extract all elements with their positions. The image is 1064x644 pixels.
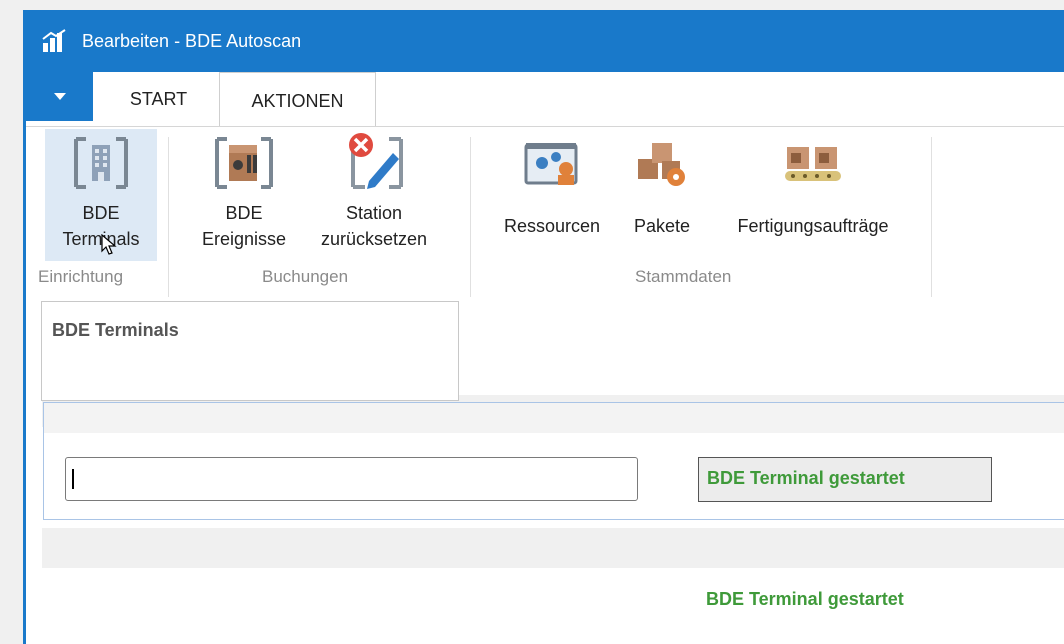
- group-label-einrichtung: Einrichtung: [38, 267, 124, 286]
- app-menu-button[interactable]: [26, 72, 93, 121]
- tooltip-title: BDE Terminals: [52, 320, 179, 340]
- reset-station-icon: [349, 133, 403, 189]
- production-orders-icon: [785, 147, 841, 181]
- status-message: BDE Terminal gestartet: [706, 589, 904, 609]
- group-label-buchungen: Buchungen: [262, 267, 349, 286]
- fertigungsauftraege-label: Fertigungsaufträge: [737, 216, 889, 236]
- chart-bar-icon: [42, 29, 66, 52]
- group-separator: [168, 137, 169, 297]
- title-bar: Bearbeiten - BDE Autoscan: [26, 10, 1064, 72]
- mouse-cursor-icon: [101, 234, 117, 255]
- ribbon: BDE Terminals Einrichtung BDE Ereignisse: [26, 127, 1064, 303]
- pakete-button[interactable]: Pakete: [624, 129, 700, 239]
- bde-terminals-label-1: BDE: [82, 203, 120, 223]
- packages-icon: [638, 143, 685, 186]
- caret-down-icon: [54, 93, 66, 100]
- content-footer-band: [42, 528, 1064, 568]
- bde-ereignisse-label-1: BDE: [225, 203, 263, 223]
- ressourcen-label: Ressourcen: [503, 216, 601, 236]
- group-separator: [470, 137, 471, 297]
- tab-start[interactable]: START: [106, 72, 211, 120]
- pakete-label: Pakete: [633, 216, 691, 236]
- tooltip-panel: BDE Terminals: [41, 301, 459, 401]
- event-tools-icon: [215, 137, 273, 189]
- group-separator: [931, 137, 932, 297]
- bde-ereignisse-label-2: Ereignisse: [201, 229, 287, 249]
- terminal-building-icon: [74, 137, 128, 189]
- fertigungsauftraege-button[interactable]: Fertigungsaufträge: [709, 129, 917, 239]
- scan-panel-header: [44, 403, 1064, 433]
- bde-ereignisse-button[interactable]: BDE Ereignisse: [189, 129, 299, 261]
- app-window: Bearbeiten - BDE Autoscan START AKTIONEN: [23, 10, 1064, 644]
- text-caret: [72, 469, 74, 489]
- scan-input[interactable]: [65, 457, 638, 501]
- station-zuruecksetzen-label-2: zurücksetzen: [320, 229, 428, 249]
- station-zuruecksetzen-label-1: Station: [345, 203, 403, 223]
- window-title: Bearbeiten - BDE Autoscan: [82, 31, 302, 51]
- scan-panel: BDE Terminal gestartet: [43, 402, 1064, 520]
- resources-icon: [524, 143, 578, 185]
- ribbon-tab-row: START AKTIONEN: [26, 72, 1064, 128]
- tab-aktionen[interactable]: AKTIONEN: [219, 72, 376, 128]
- group-label-stammdaten: Stammdaten: [635, 267, 732, 286]
- ressourcen-button[interactable]: Ressourcen: [490, 129, 614, 239]
- terminal-status-field: BDE Terminal gestartet: [698, 457, 992, 502]
- station-zuruecksetzen-button[interactable]: Station zurücksetzen: [299, 129, 449, 261]
